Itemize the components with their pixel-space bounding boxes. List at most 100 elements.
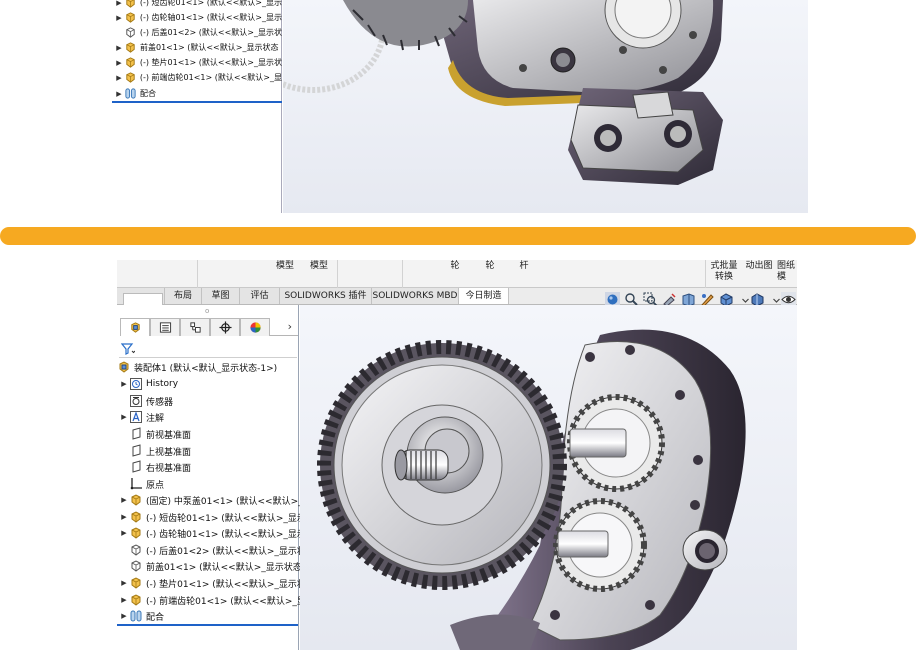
tree-root-assembly[interactable]: 装配体1 (默认<默认_显示状态-1>) — [117, 359, 277, 375]
sensor-icon — [129, 394, 143, 408]
expand-arrow-icon[interactable]: ▶ — [119, 596, 129, 604]
graphics-area[interactable] — [300, 305, 797, 650]
upper-spur-gear — [567, 394, 665, 492]
tree-item-label: 上视基准面 — [146, 447, 192, 458]
expand-arrow-icon[interactable]: ▶ — [119, 513, 129, 521]
tree-item-label: History — [146, 379, 179, 389]
assembly-icon[interactable] — [120, 318, 150, 336]
expand-arrow-icon[interactable]: ▶ — [114, 14, 124, 22]
part-icon — [129, 510, 143, 524]
part-icon — [129, 526, 143, 540]
tree-item[interactable]: ▶ (-) 短齿轮01<1> (默认<<默认>_显示 — [114, 0, 282, 10]
tree-item-label: (-) 齿轮轴01<1> (默认<<默认>_显示 — [146, 529, 306, 540]
tree-item-component[interactable]: ▶ (固定) 中泵盖01<1> (默认<<默认>_显 — [119, 492, 312, 508]
tree-item-top-plane[interactable]: 上视基准面 — [119, 443, 191, 459]
tab-layout[interactable]: 布局 — [165, 288, 202, 304]
tab-solidworks-addins[interactable]: SOLIDWORKS 插件 — [280, 288, 372, 304]
filter-bar[interactable] — [119, 340, 297, 358]
tree-rollback-bar[interactable] — [117, 624, 298, 626]
tree-item-component[interactable]: ▶ (-) 短齿轮01<1> (默认<<默认>_显示 — [119, 509, 306, 525]
tree-item-component[interactable]: 前盖01<1> (默认<<默认>_显示状态 — [119, 558, 302, 574]
origin-icon — [129, 477, 143, 491]
tab-sketch[interactable]: 草图 — [202, 288, 240, 304]
tree-item-label: 注解 — [146, 413, 165, 424]
expand-arrow-icon[interactable]: ▶ — [119, 529, 129, 537]
tree-item-label: 前视基准面 — [146, 430, 192, 441]
ribbon-button-label[interactable]: 模型 — [273, 261, 297, 272]
tree-rollback-bar[interactable] — [112, 101, 282, 103]
tree-item[interactable]: ▶ 前盖01<1> (默认<<默认>_显示状态 — [114, 40, 282, 55]
part-outline-icon — [129, 543, 143, 557]
part-icon — [124, 11, 137, 24]
bottom-screenshot-panel: 模型 模型 轮 轮 杆 式批量 转换 动出图 图纸 模 布局 草图 评估 SOL… — [117, 260, 797, 650]
ribbon-button-label[interactable]: 轮 — [448, 261, 462, 272]
tree-item[interactable]: ▶ 配合 — [114, 86, 282, 101]
tab-evaluate[interactable]: 评估 — [240, 288, 280, 304]
tree-item-label: (-) 前端齿轮01<1> (默认<<默认>_显 — [139, 73, 282, 82]
part-icon — [129, 576, 143, 590]
top-graphics-area[interactable] — [283, 0, 808, 213]
tree-item-label: (-) 齿轮轴01<1> (默认<<默认>_显示 — [139, 13, 282, 22]
tree-item[interactable]: (-) 后盖01<2> (默认<<默认>_显示状 — [114, 25, 282, 40]
configuration-manager-icon[interactable] — [180, 318, 210, 336]
tree-item-component[interactable]: ▶ (-) 垫片01<1> (默认<<默认>_显示状 — [119, 575, 306, 591]
ribbon-button-label[interactable]: 图纸 模 — [777, 261, 797, 283]
tree-item-label: (-) 前端齿轮01<1> (默认<<默认>_显 — [146, 596, 306, 607]
expand-arrow-icon[interactable]: ▶ — [114, 44, 124, 52]
annotation-icon — [129, 410, 143, 424]
chevron-right-icon[interactable]: › — [288, 320, 292, 333]
part-icon — [124, 71, 137, 84]
top-gear-model — [283, 0, 723, 185]
tree-item[interactable]: ▶ (-) 齿轮轴01<1> (默认<<默认>_显示 — [114, 10, 282, 25]
dimxpert-icon[interactable] — [210, 318, 240, 336]
part-icon — [124, 41, 137, 54]
threaded-shaft — [394, 449, 449, 481]
expand-arrow-icon[interactable]: ▶ — [119, 496, 129, 504]
expand-arrow-icon[interactable]: ▶ — [119, 413, 129, 421]
filter-icon[interactable] — [121, 343, 135, 355]
history-icon — [129, 377, 143, 391]
tree-item-label: 前盖01<1> (默认<<默认>_显示状态 — [140, 43, 279, 52]
ribbon-button-label[interactable]: 式批量 转换 — [708, 261, 740, 283]
tree-item-component[interactable]: (-) 后盖01<2> (默认<<默认>_显示状 — [119, 542, 306, 558]
tree-item[interactable]: ▶ (-) 前端齿轮01<1> (默认<<默认>_显 — [114, 70, 282, 85]
tree-item-label: 配合 — [146, 612, 165, 623]
expand-arrow-icon[interactable]: ▶ — [114, 59, 124, 67]
tree-item[interactable]: ▶ (-) 垫片01<1> (默认<<默认>_显示状 — [114, 55, 282, 70]
ribbon-button-label[interactable]: 轮 — [483, 261, 497, 272]
part-outline-icon — [124, 26, 137, 39]
panel-grip-dot[interactable]: o — [205, 307, 209, 315]
ribbon-button-label[interactable]: 杆 — [517, 261, 531, 272]
tree-item-sensors[interactable]: 传感器 — [119, 393, 173, 409]
tab-today-manufacturing[interactable]: 今日制造 — [459, 288, 509, 304]
tree-item-right-plane[interactable]: 右视基准面 — [119, 459, 191, 475]
expand-arrow-icon[interactable]: ▶ — [119, 380, 129, 388]
top-feature-tree: ▶ (-) 短齿轮01<1> (默认<<默认>_显示 ▶ (-) 齿轮轴01<1… — [112, 0, 282, 213]
tree-item-history[interactable]: ▶ History — [119, 376, 178, 392]
tree-item-origin[interactable]: 原点 — [119, 476, 164, 492]
tree-item-component[interactable]: ▶ (-) 前端齿轮01<1> (默认<<默认>_显 — [119, 592, 306, 608]
tree-item-label: (-) 后盖01<2> (默认<<默认>_显示状 — [139, 28, 282, 37]
expand-arrow-icon[interactable]: ▶ — [119, 579, 129, 587]
expand-arrow-icon[interactable]: ▶ — [114, 74, 124, 82]
assembly-icon — [117, 360, 131, 374]
tree-item-component[interactable]: ▶ (-) 齿轮轴01<1> (默认<<默认>_显示 — [119, 525, 306, 541]
plane-icon — [129, 427, 143, 441]
tree-item-annotations[interactable]: ▶ 注解 — [119, 409, 164, 425]
mates-icon — [129, 609, 143, 623]
ribbon-button-label[interactable]: 动出图 — [743, 261, 775, 272]
ribbon-button-label[interactable]: 模型 — [307, 261, 331, 272]
expand-arrow-icon[interactable]: ▶ — [119, 612, 129, 620]
property-manager-icon[interactable] — [150, 318, 180, 336]
lower-spur-gear — [553, 498, 647, 592]
tree-item-label: (固定) 中泵盖01<1> (默认<<默认>_显 — [146, 496, 312, 507]
tab-solidworks-mbd[interactable]: SOLIDWORKS MBD — [372, 288, 459, 304]
expand-arrow-icon[interactable]: ▶ — [114, 0, 124, 7]
tree-item-front-plane[interactable]: 前视基准面 — [119, 426, 191, 442]
display-manager-icon[interactable] — [240, 318, 270, 336]
plane-icon — [129, 460, 143, 474]
part-icon — [129, 593, 143, 607]
tree-item-label: (-) 垫片01<1> (默认<<默认>_显示状 — [139, 58, 282, 67]
expand-arrow-icon[interactable]: ▶ — [114, 90, 124, 98]
tree-item-mates[interactable]: ▶ 配合 — [119, 608, 164, 624]
